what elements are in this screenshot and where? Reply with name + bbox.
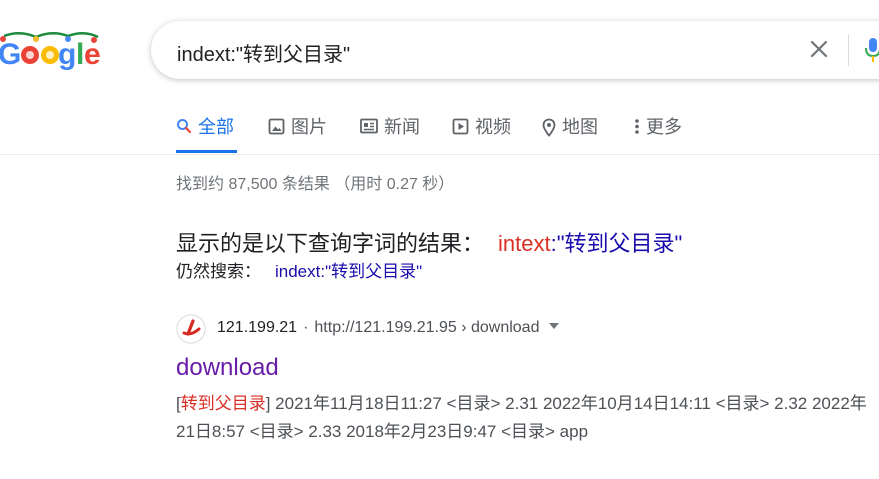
svg-text:G: G [0,38,21,71]
tab-news[interactable]: 新闻 [360,113,420,153]
corrected-term: intext [498,231,551,256]
map-pin-icon [542,118,556,137]
snippet-line2: 21日8:57 <目录> 2.33 2018年2月23日9:47 <目录> ap… [176,422,589,441]
site-logo-icon [176,314,206,344]
tab-all[interactable]: 全部 [176,113,237,153]
svg-text:e: e [84,38,100,71]
tab-more[interactable]: 更多 [634,113,682,153]
search-icon [177,119,192,134]
tab-images[interactable]: 图片 [268,113,327,153]
search-input[interactable]: indext:"转到父目录" [177,38,350,67]
tab-label: 视频 [475,117,511,137]
showing-prefix: 显示的是以下查询字词的结果： [176,231,485,256]
more-vert-icon [635,119,639,134]
result-title-link[interactable]: download [176,354,279,382]
tab-label: 新闻 [384,117,420,137]
chevron-down-icon[interactable] [549,323,560,329]
corrected-query-link[interactable]: intext:"转到父目录" [498,231,682,256]
microphone-icon[interactable] [863,36,879,64]
svg-text:g: g [58,38,76,71]
tab-label: 图片 [291,117,327,137]
tabs-divider [0,154,879,155]
site-name: 121.199.21 [217,319,298,336]
showing-results-for: 显示的是以下查询字词的结果： intext:"转到父目录" [176,226,682,258]
tab-label: 地图 [562,117,598,137]
search-box[interactable]: indext:"转到父目录" [151,21,879,79]
play-icon [452,118,469,135]
tab-label: 全部 [198,117,234,137]
site-favicon [176,314,206,344]
corrected-rest: :"转到父目录" [550,231,683,256]
google-doodle-logo[interactable]: G g l e [0,28,100,74]
instead-prefix: 仍然搜索： [176,262,261,281]
news-icon [360,118,378,134]
breadcrumb-url: http://121.199.21.95 › download [314,319,540,336]
snippet-highlight: 转到父目录 [180,394,266,413]
tab-videos[interactable]: 视频 [452,113,511,153]
tab-label: 更多 [646,117,682,137]
searchbox-divider [848,34,849,66]
snippet-line1: ] 2021年11月18日11:27 <目录> 2.31 2022年10月14日… [265,394,867,413]
result-stats: 找到约 87,500 条结果 （用时 0.27 秒） [176,176,455,193]
search-instead-for: 仍然搜索： indext:"转到父目录" [176,257,422,282]
clear-icon[interactable] [807,37,831,61]
image-icon [268,118,285,135]
original-query-link[interactable]: indext:"转到父目录" [275,262,422,281]
site-sep: · [303,319,309,336]
tab-maps[interactable]: 地图 [542,113,598,153]
result-snippet: [转到父目录] 2021年11月18日11:27 <目录> 2.31 2022年… [176,390,879,446]
result-site[interactable]: 121.199.21 · http://121.199.21.95 › downlo… [217,319,560,337]
